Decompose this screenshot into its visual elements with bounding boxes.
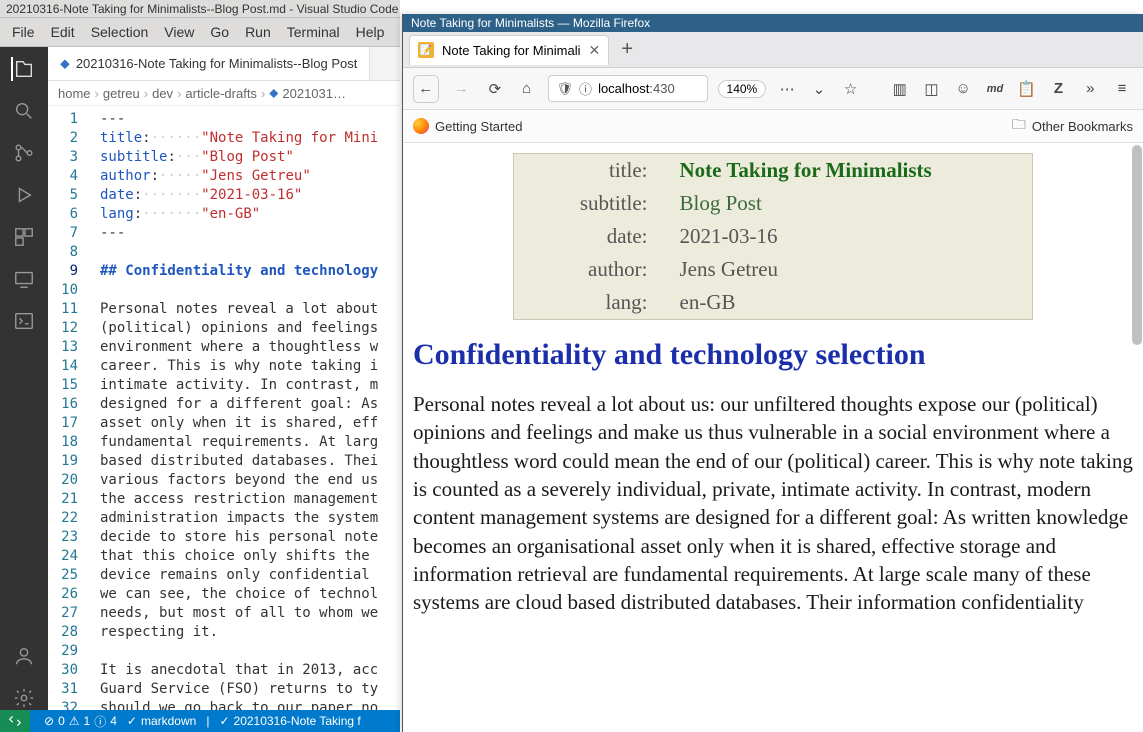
markdown-file-icon: ⬥	[60, 55, 70, 72]
sidebar-icon[interactable]: ◫	[921, 77, 943, 101]
menu-terminal[interactable]: Terminal	[281, 22, 346, 42]
bookmark-getting-started[interactable]: Getting Started	[413, 118, 522, 134]
tab-title: Note Taking for Minimali	[442, 43, 580, 58]
status-bar: ⊘0 ⚠1 ⓘ4 ✓ markdown | ✓ 20210316-Note Ta…	[0, 710, 400, 732]
folder-icon: 🗀	[1012, 114, 1026, 138]
meta-value: en-GB	[664, 286, 1033, 320]
markdown-file-icon: ⬥	[269, 85, 278, 101]
tab-strip: 📝 Note Taking for Minimali ✕ +	[403, 32, 1143, 68]
reload-button[interactable]: ⟳	[484, 77, 506, 101]
remote-icon[interactable]	[12, 267, 36, 291]
problems-indicator[interactable]: ⊘0 ⚠1 ⓘ4	[44, 713, 117, 730]
settings-gear-icon[interactable]	[12, 686, 36, 710]
meta-value: Jens Getreu	[664, 253, 1033, 286]
crumb-getreu[interactable]: getreu	[103, 86, 140, 101]
crumb-home[interactable]: home	[58, 86, 91, 101]
explorer-icon[interactable]	[11, 57, 35, 81]
meta-value: Note Taking for Minimalists	[664, 154, 1033, 188]
close-tab-icon[interactable]: ✕	[588, 42, 600, 59]
url-bar[interactable]: 🛡 ⓘ localhost:430	[548, 75, 708, 102]
search-icon[interactable]	[12, 99, 36, 123]
breadcrumbs[interactable]: home› getreu› dev› article-drafts› ⬥ 202…	[48, 81, 400, 106]
meta-key: author:	[514, 253, 664, 286]
meta-key: date:	[514, 220, 664, 253]
browser-tab[interactable]: 📝 Note Taking for Minimali ✕	[409, 35, 609, 65]
crumb-file[interactable]: 2021031…	[282, 86, 346, 101]
menu-help[interactable]: Help	[350, 22, 391, 42]
pocket-icon[interactable]: ⌄	[808, 77, 830, 101]
new-tab-button[interactable]: +	[613, 36, 641, 64]
ext-clip-icon[interactable]: 📋	[1016, 77, 1038, 101]
menu-edit[interactable]: Edit	[45, 22, 81, 42]
nav-toolbar: ← → ⟳ ⌂ 🛡 ⓘ localhost:430 140% ⋯ ⌄ ☆ ▥ ◫…	[403, 68, 1143, 110]
page-heading: Confidentiality and technology selection	[413, 338, 1133, 372]
tab-label: 20210316-Note Taking for Minimalists--Bl…	[76, 56, 358, 71]
tab-current-file[interactable]: ⬥ 20210316-Note Taking for Minimalists--…	[48, 47, 370, 80]
info-icon[interactable]: ⓘ	[579, 79, 592, 98]
ext-md-icon[interactable]: md	[984, 77, 1006, 101]
status-filename[interactable]: ✓ 20210316-Note Taking f	[219, 714, 360, 728]
editor-tabs: ⬥ 20210316-Note Taking for Minimalists--…	[48, 47, 400, 81]
extensions-icon[interactable]	[12, 225, 36, 249]
bookmark-other[interactable]: 🗀 Other Bookmarks	[1012, 114, 1133, 138]
bookmark-star-icon[interactable]: ☆	[840, 77, 862, 101]
source-control-icon[interactable]	[12, 141, 36, 165]
crumb-article-drafts[interactable]: article-drafts	[185, 86, 257, 101]
forward-button[interactable]: →	[449, 75, 474, 103]
crumb-dev[interactable]: dev	[152, 86, 173, 101]
meta-value: 2021-03-16	[664, 220, 1033, 253]
firefox-titlebar: Note Taking for Minimalists — Mozilla Fi…	[403, 14, 1143, 32]
library-icon[interactable]: ▥	[889, 77, 911, 101]
bookmarks-bar: Getting Started 🗀 Other Bookmarks	[403, 110, 1143, 143]
meta-key: title:	[514, 154, 664, 188]
page-actions-icon[interactable]: ⋯	[776, 77, 798, 101]
home-button[interactable]: ⌂	[516, 77, 538, 101]
favicon-icon: 📝	[418, 42, 434, 58]
debug-icon[interactable]	[12, 183, 36, 207]
back-button[interactable]: ←	[413, 75, 439, 103]
activity-bar	[0, 47, 48, 710]
terminal-panel-icon[interactable]	[12, 309, 36, 333]
ext-z-icon[interactable]: Z	[1048, 77, 1070, 101]
metadata-table: title:Note Taking for Minimalists subtit…	[513, 153, 1033, 320]
shield-icon: 🛡	[557, 81, 574, 97]
firefox-window: Note Taking for Minimalists — Mozilla Fi…	[402, 14, 1143, 732]
firefox-logo-icon	[413, 118, 429, 134]
account-icon[interactable]	[12, 644, 36, 668]
meta-value: Blog Post	[664, 187, 1033, 220]
status-lang[interactable]: ✓ markdown	[127, 714, 196, 728]
meta-key: lang:	[514, 286, 664, 320]
vscode-window: 20210316-Note Taking for Minimalists--Bl…	[0, 0, 400, 732]
vscode-titlebar: 20210316-Note Taking for Minimalists--Bl…	[0, 0, 400, 18]
vscode-menubar: File Edit Selection View Go Run Terminal…	[0, 18, 400, 47]
menu-file[interactable]: File	[6, 22, 41, 42]
meta-key: subtitle:	[514, 187, 664, 220]
menu-go[interactable]: Go	[204, 22, 235, 42]
menu-view[interactable]: View	[158, 22, 200, 42]
code-content[interactable]: --- title:······"Note Taking for Mini su…	[88, 106, 400, 710]
hamburger-menu-icon[interactable]: ≡	[1111, 77, 1133, 101]
page-content[interactable]: title:Note Taking for Minimalists subtit…	[403, 143, 1143, 732]
page-paragraph: Personal notes reveal a lot about us: ou…	[413, 390, 1133, 617]
menu-selection[interactable]: Selection	[85, 22, 155, 42]
scrollbar[interactable]	[1131, 143, 1143, 732]
menu-run[interactable]: Run	[239, 22, 277, 42]
line-gutter: 1234567891011121314151617181920212223242…	[48, 106, 88, 710]
overflow-icon[interactable]: »	[1079, 77, 1101, 101]
code-editor[interactable]: 1234567891011121314151617181920212223242…	[48, 106, 400, 710]
remote-indicator[interactable]	[0, 710, 30, 732]
zoom-badge[interactable]: 140%	[718, 80, 767, 98]
account-icon[interactable]: ☺	[952, 77, 974, 101]
